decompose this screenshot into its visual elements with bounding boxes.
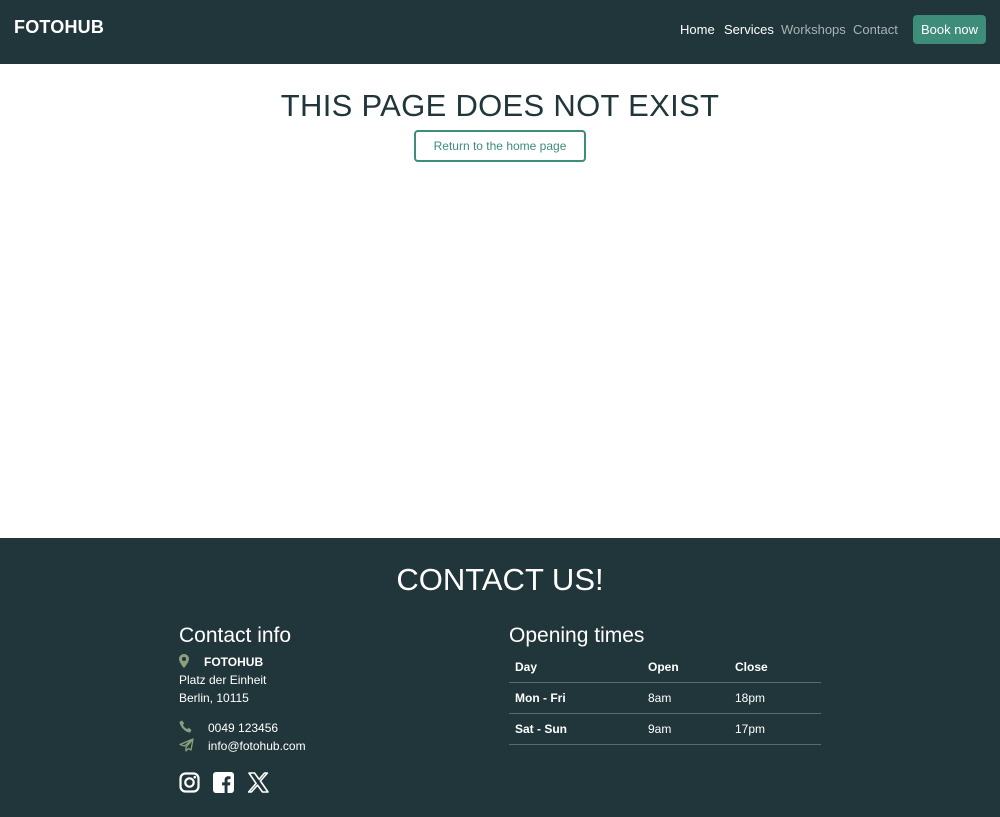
table-header-row: Day Open Close: [509, 653, 821, 683]
paper-plane-icon: [179, 738, 194, 757]
contact-street: Platz der Einheit: [179, 673, 267, 687]
page-title: THIS PAGE DOES NOT EXIST: [280, 88, 720, 123]
book-now-button[interactable]: Book now: [913, 15, 986, 44]
opening-times-heading: Opening times: [509, 624, 645, 647]
column-header-open: Open: [642, 653, 729, 683]
contact-info-heading: Contact info: [179, 624, 292, 647]
return-home-button[interactable]: Return to the home page: [414, 130, 586, 162]
location-pin-icon: [179, 654, 189, 673]
footer-title: CONTACT US!: [396, 562, 604, 597]
cell-open: 9am: [642, 713, 729, 745]
facebook-icon[interactable]: [213, 772, 234, 798]
footer: CONTACT US! Contact info FOTOHUB Platz d…: [0, 538, 1000, 817]
nav-contact[interactable]: Contact: [853, 22, 898, 37]
column-header-day: Day: [509, 653, 642, 683]
navbar: FOTOHUB Home Services Workshops Contact …: [0, 0, 1000, 64]
column-header-close: Close: [729, 653, 821, 683]
cell-open: 8am: [642, 682, 729, 714]
nav-services[interactable]: Services: [724, 22, 774, 37]
nav-home[interactable]: Home: [680, 22, 715, 37]
x-icon[interactable]: [247, 772, 269, 798]
cell-close: 18pm: [729, 682, 821, 714]
contact-phone[interactable]: 0049 123456: [208, 721, 278, 735]
contact-company-name: FOTOHUB: [204, 655, 264, 669]
table-row: Mon - Fri 8am 18pm: [509, 682, 821, 714]
contact-email[interactable]: info@fotohub.com: [208, 739, 306, 753]
phone-icon: [179, 720, 193, 739]
instagram-icon[interactable]: [179, 772, 200, 798]
table-row: Sat - Sun 9am 17pm: [509, 713, 821, 745]
cell-day: Sat - Sun: [509, 713, 642, 745]
cell-close: 17pm: [729, 713, 821, 745]
cell-day: Mon - Fri: [509, 682, 642, 714]
opening-times-table: Day Open Close Mon - Fri 8am 18pm Sat - …: [509, 653, 821, 745]
contact-city: Berlin, 10115: [179, 691, 249, 705]
brand-logo[interactable]: FOTOHUB: [14, 17, 104, 38]
nav-workshops[interactable]: Workshops: [781, 22, 846, 37]
